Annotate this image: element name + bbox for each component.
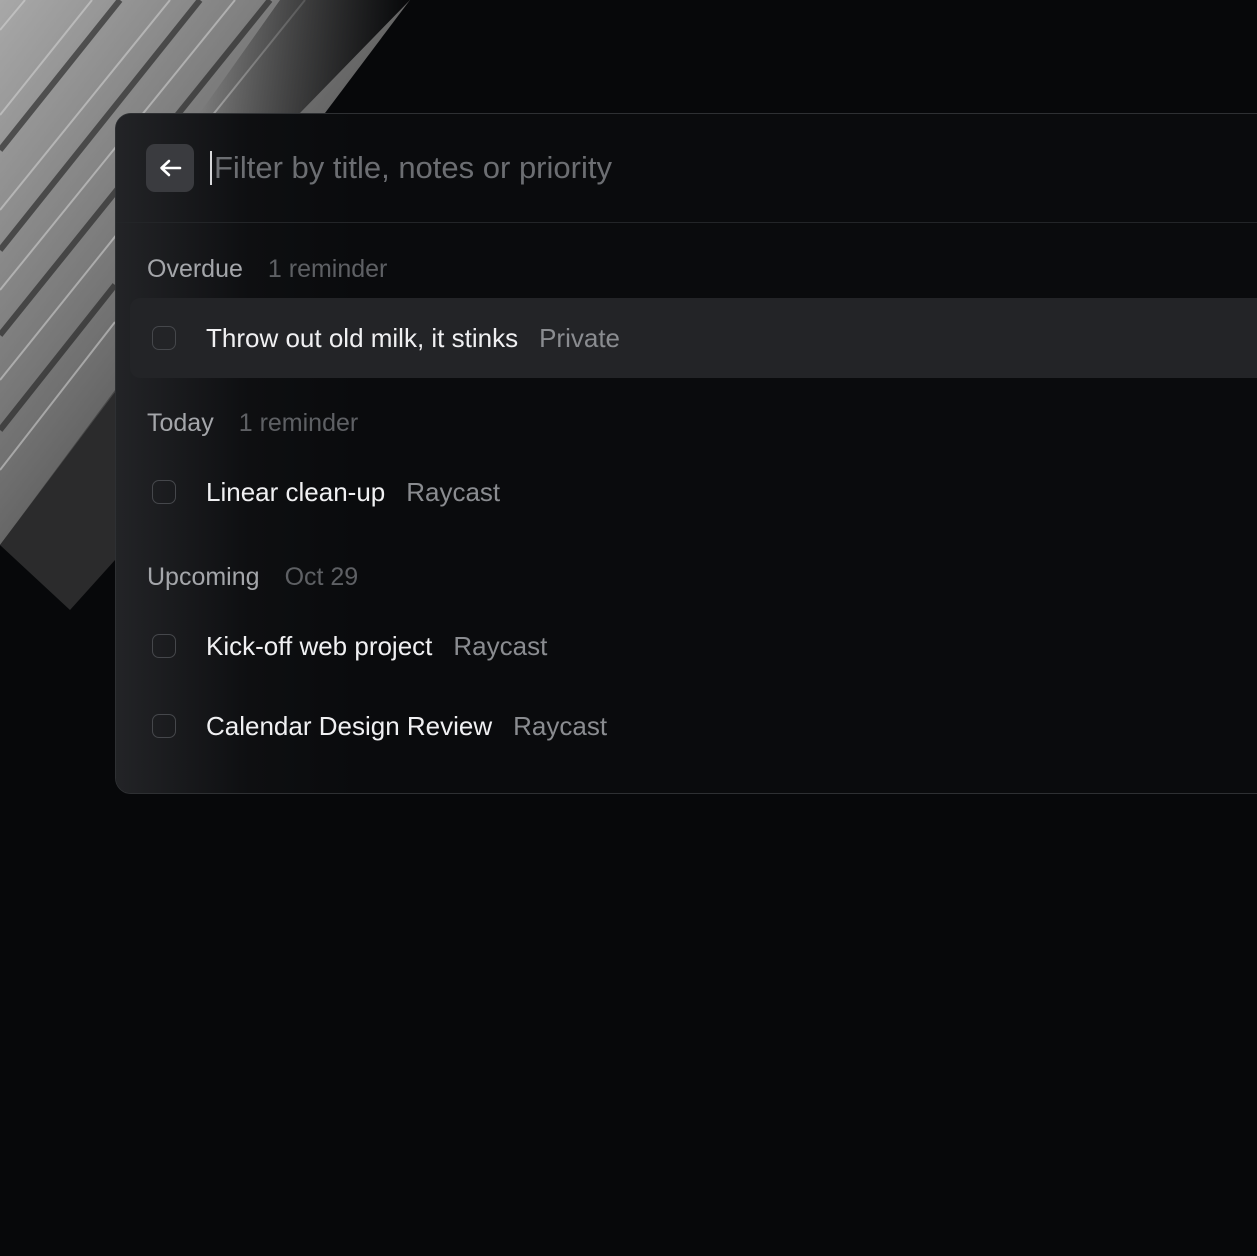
reminder-list-tag: Raycast <box>453 630 548 661</box>
reminder-checkbox[interactable] <box>152 326 176 350</box>
reminder-title: Linear clean-up <box>206 476 386 507</box>
section-date: Oct 29 <box>284 562 359 591</box>
reminder-list-tag: Raycast <box>406 476 501 507</box>
section-title: Today <box>147 408 214 437</box>
section-count: 1 reminder <box>238 408 359 437</box>
reminder-list-tag: Private <box>539 322 621 353</box>
arrow-left-icon <box>160 159 182 177</box>
reminder-checkbox[interactable] <box>152 714 176 738</box>
reminder-row[interactable]: Kick-off web project Raycast <box>130 606 1257 686</box>
reminders-panel: Overdue 1 reminder Throw out old milk, i… <box>115 113 1257 794</box>
reminder-checkbox[interactable] <box>152 480 176 504</box>
reminder-title: Calendar Design Review <box>206 710 493 741</box>
section-header-upcoming: Upcoming Oct 29 <box>147 559 358 595</box>
section-count: 1 reminder <box>267 254 388 283</box>
reminder-row[interactable]: Linear clean-up Raycast <box>130 452 1257 532</box>
filter-input[interactable] <box>214 144 1114 192</box>
back-button[interactable] <box>146 144 194 192</box>
section-title: Upcoming <box>147 562 260 591</box>
reminder-title: Throw out old milk, it stinks <box>206 322 519 353</box>
reminder-row[interactable]: Calendar Design Review Raycast <box>130 686 1257 766</box>
reminder-list-tag: Raycast <box>513 710 608 741</box>
section-title: Overdue <box>147 254 243 283</box>
text-cursor <box>210 151 212 185</box>
screen: Overdue 1 reminder Throw out old milk, i… <box>0 0 1257 1256</box>
search-bar <box>116 114 1257 223</box>
reminder-title: Kick-off web project <box>206 630 433 661</box>
reminder-checkbox[interactable] <box>152 634 176 658</box>
section-header-overdue: Overdue 1 reminder <box>147 251 387 287</box>
section-header-today: Today 1 reminder <box>147 405 358 441</box>
reminder-row[interactable]: Throw out old milk, it stinks Private <box>130 298 1257 378</box>
